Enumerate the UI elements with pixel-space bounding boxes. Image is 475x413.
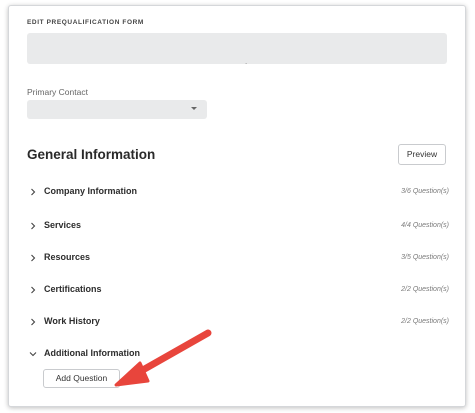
chevron-down-icon bbox=[29, 352, 37, 357]
question-count: 3/6 Question(s) bbox=[401, 188, 449, 195]
accordion-item-label: Services bbox=[44, 220, 82, 230]
accordion-item-label: Certifications bbox=[44, 284, 102, 294]
chevron-right-icon bbox=[31, 188, 36, 196]
accordion-item-services[interactable]: Services 4/4 Question(s) bbox=[27, 216, 451, 238]
accordion-item-resources[interactable]: Resources 3/5 Question(s) bbox=[27, 248, 451, 270]
primary-contact-select[interactable] bbox=[27, 100, 207, 119]
annotation-arrow-icon bbox=[114, 329, 212, 387]
question-count: 3/5 Question(s) bbox=[401, 254, 449, 261]
prequalification-form-panel: EDIT PREQUALIFICATION FORM . Primary Con… bbox=[8, 5, 466, 407]
accordion-item-certifications[interactable]: Certifications 2/2 Question(s) bbox=[27, 280, 451, 302]
add-question-button[interactable]: Add Question bbox=[43, 369, 120, 388]
caret-down-icon bbox=[191, 107, 197, 110]
preview-button[interactable]: Preview bbox=[398, 144, 446, 165]
question-count: 4/4 Question(s) bbox=[401, 222, 449, 229]
accordion-item-label: Work History bbox=[44, 316, 100, 326]
form-name-field[interactable]: . bbox=[27, 33, 447, 66]
section-title: General Information bbox=[27, 147, 156, 162]
chevron-right-icon bbox=[31, 254, 36, 262]
form-name-value: . bbox=[245, 57, 248, 66]
chevron-right-icon bbox=[31, 286, 36, 294]
accordion-item-company-information[interactable]: Company Information 3/6 Question(s) bbox=[27, 182, 451, 204]
question-count: 2/2 Question(s) bbox=[401, 286, 449, 293]
accordion-item-label: Resources bbox=[44, 252, 91, 262]
chevron-right-icon bbox=[31, 318, 36, 326]
accordion-item-label: Company Information bbox=[44, 186, 138, 196]
question-count: 2/2 Question(s) bbox=[401, 318, 449, 325]
accordion-item-work-history[interactable]: Work History 2/2 Question(s) bbox=[27, 312, 451, 334]
form-title: EDIT PREQUALIFICATION FORM bbox=[27, 19, 144, 26]
chevron-right-icon bbox=[31, 222, 36, 230]
primary-contact-label: Primary Contact bbox=[27, 87, 88, 97]
accordion-item-additional-information[interactable]: Additional Information bbox=[27, 344, 451, 366]
